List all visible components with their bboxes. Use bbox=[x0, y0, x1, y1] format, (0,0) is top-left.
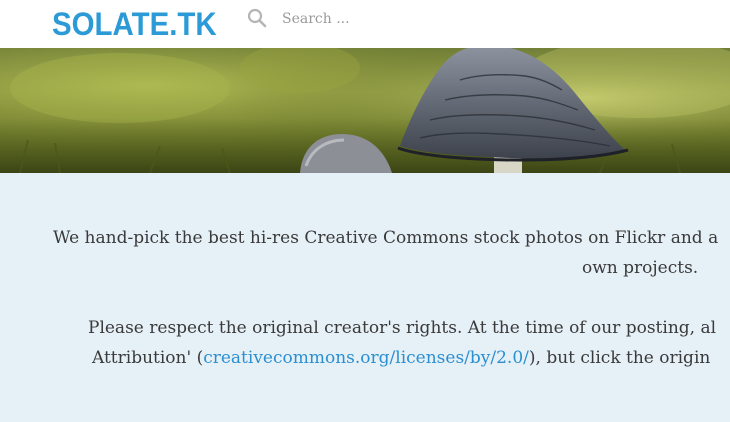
rights-line-2-suffix: ), but click the origin bbox=[528, 348, 711, 368]
mushroom-photo-icon bbox=[0, 48, 730, 173]
rights-line-1: Please respect the original creator's ri… bbox=[88, 318, 717, 338]
search-bar bbox=[246, 6, 452, 32]
intro-line-2: own projects. bbox=[582, 258, 699, 278]
intro-line-1: We hand-pick the best hi-res Creative Co… bbox=[53, 228, 719, 248]
search-input[interactable] bbox=[276, 6, 452, 32]
site-header: SOLATE.TK bbox=[0, 0, 730, 48]
rights-line-2-prefix: Attribution' ( bbox=[92, 348, 204, 368]
search-icon[interactable] bbox=[246, 7, 268, 29]
site-logo[interactable]: SOLATE.TK bbox=[52, 4, 217, 44]
rights-line-2: Attribution' (creativecommons.org/licens… bbox=[92, 343, 710, 373]
hero-image bbox=[0, 48, 730, 173]
intro-section: We hand-pick the best hi-res Creative Co… bbox=[0, 173, 730, 422]
cc-license-link[interactable]: creativecommons.org/licenses/by/2.0/ bbox=[203, 348, 529, 368]
